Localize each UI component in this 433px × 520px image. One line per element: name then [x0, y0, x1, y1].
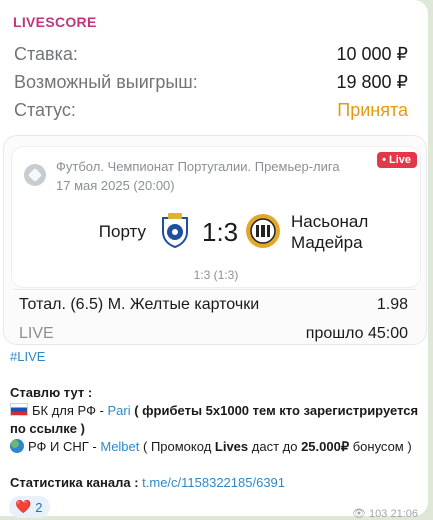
league-name: Футбол. Чемпионат Португалии. Премьер-ли… [56, 159, 340, 174]
message-bubble: LIVESCORE Ставка: 10 000 ₽ Возможный выи… [0, 0, 428, 520]
reaction-heart[interactable]: ❤️ 2 [9, 496, 51, 518]
match-date: 17 мая 2025 (20:00) [56, 178, 175, 193]
football-icon [24, 164, 46, 186]
bet-market-label: Тотал. (6.5) М. Желтые карточки [19, 296, 260, 313]
cis-suffix: бонусом ) [349, 439, 412, 454]
stats-link[interactable]: t.me/c/1158322185/6391 [142, 475, 285, 490]
bonus-amount: 25.000₽ [301, 439, 350, 454]
win-value: 19 800 ₽ [336, 72, 408, 92]
hashtag-live[interactable]: #LIVE [10, 349, 45, 364]
home-team: Порту [98, 222, 146, 241]
bet-odd: 1.98 [376, 296, 408, 313]
hashtag-line: #LIVE [10, 348, 45, 366]
away-team: Насьонал Мадейра [291, 211, 368, 253]
channel-title[interactable]: LIVESCORE [13, 14, 97, 30]
win-row: Возможный выигрыш: 19 800 ₽ [14, 72, 408, 98]
match-panel: Футбол. Чемпионат Португалии. Премьер-ли… [11, 146, 421, 288]
message-meta: 👁 103 21:06 [352, 507, 418, 520]
bet-card[interactable]: Футбол. Чемпионат Португалии. Премьер-ли… [3, 135, 427, 345]
cis-mid: ( Промокод [139, 439, 215, 454]
nacional-crest-icon [246, 214, 280, 248]
away-team-line1: Насьонал [291, 212, 369, 231]
message-time: 21:06 [390, 508, 418, 520]
pari-link[interactable]: Pari [108, 403, 131, 418]
win-label: Возможный выигрыш: [14, 72, 198, 92]
melbet-link[interactable]: Melbet [100, 439, 139, 454]
cis-bookmaker-line: РФ И СНГ - Melbet ( Промокод Lives даст … [10, 438, 424, 456]
status-value: Принята [337, 100, 408, 120]
bet-market: Тотал. (6.5) М. Желтые карточки 1.98 [19, 296, 408, 314]
eye-icon: 👁 [352, 508, 366, 520]
view-count: 103 [369, 508, 388, 520]
halftime-score: 1:3 (1:3) [193, 268, 239, 282]
rf-bookmaker-line: БК для РФ - Pari ( фрибеты 5х1000 тем кт… [10, 402, 424, 438]
cis-prefix: РФ И СНГ - [28, 439, 101, 454]
stats-line: Статистика канала : t.me/c/1158322185/63… [10, 474, 285, 492]
promo-code: Lives [214, 439, 249, 454]
live-badge: • Live [377, 152, 417, 168]
stake-row: Ставка: 10 000 ₽ [14, 44, 408, 70]
away-team-line2: Мадейра [291, 233, 363, 252]
stake-value: 10 000 ₽ [336, 44, 408, 64]
porto-crest-icon [162, 213, 188, 248]
stake-label: Ставка: [14, 44, 78, 64]
heart-icon: ❤️ [15, 499, 32, 514]
reaction-count: 2 [35, 499, 43, 515]
place-here-label: Ставлю тут : [10, 385, 93, 400]
stats-label: Статистика канала : [10, 475, 143, 490]
globe-icon [10, 439, 24, 453]
divider [14, 289, 416, 290]
status-label: Статус: [14, 100, 76, 120]
status-row: Статус: Принята [14, 100, 408, 126]
match-time: прошло 45:00 [305, 325, 408, 342]
match-score: 1:3 [202, 217, 239, 247]
russia-flag-icon [10, 403, 28, 416]
live-status: LIVE прошло 45:00 [19, 325, 408, 343]
rf-prefix: БК для РФ - [32, 403, 108, 418]
live-label: LIVE [19, 325, 54, 342]
cis-mid2: даст до [248, 439, 302, 454]
